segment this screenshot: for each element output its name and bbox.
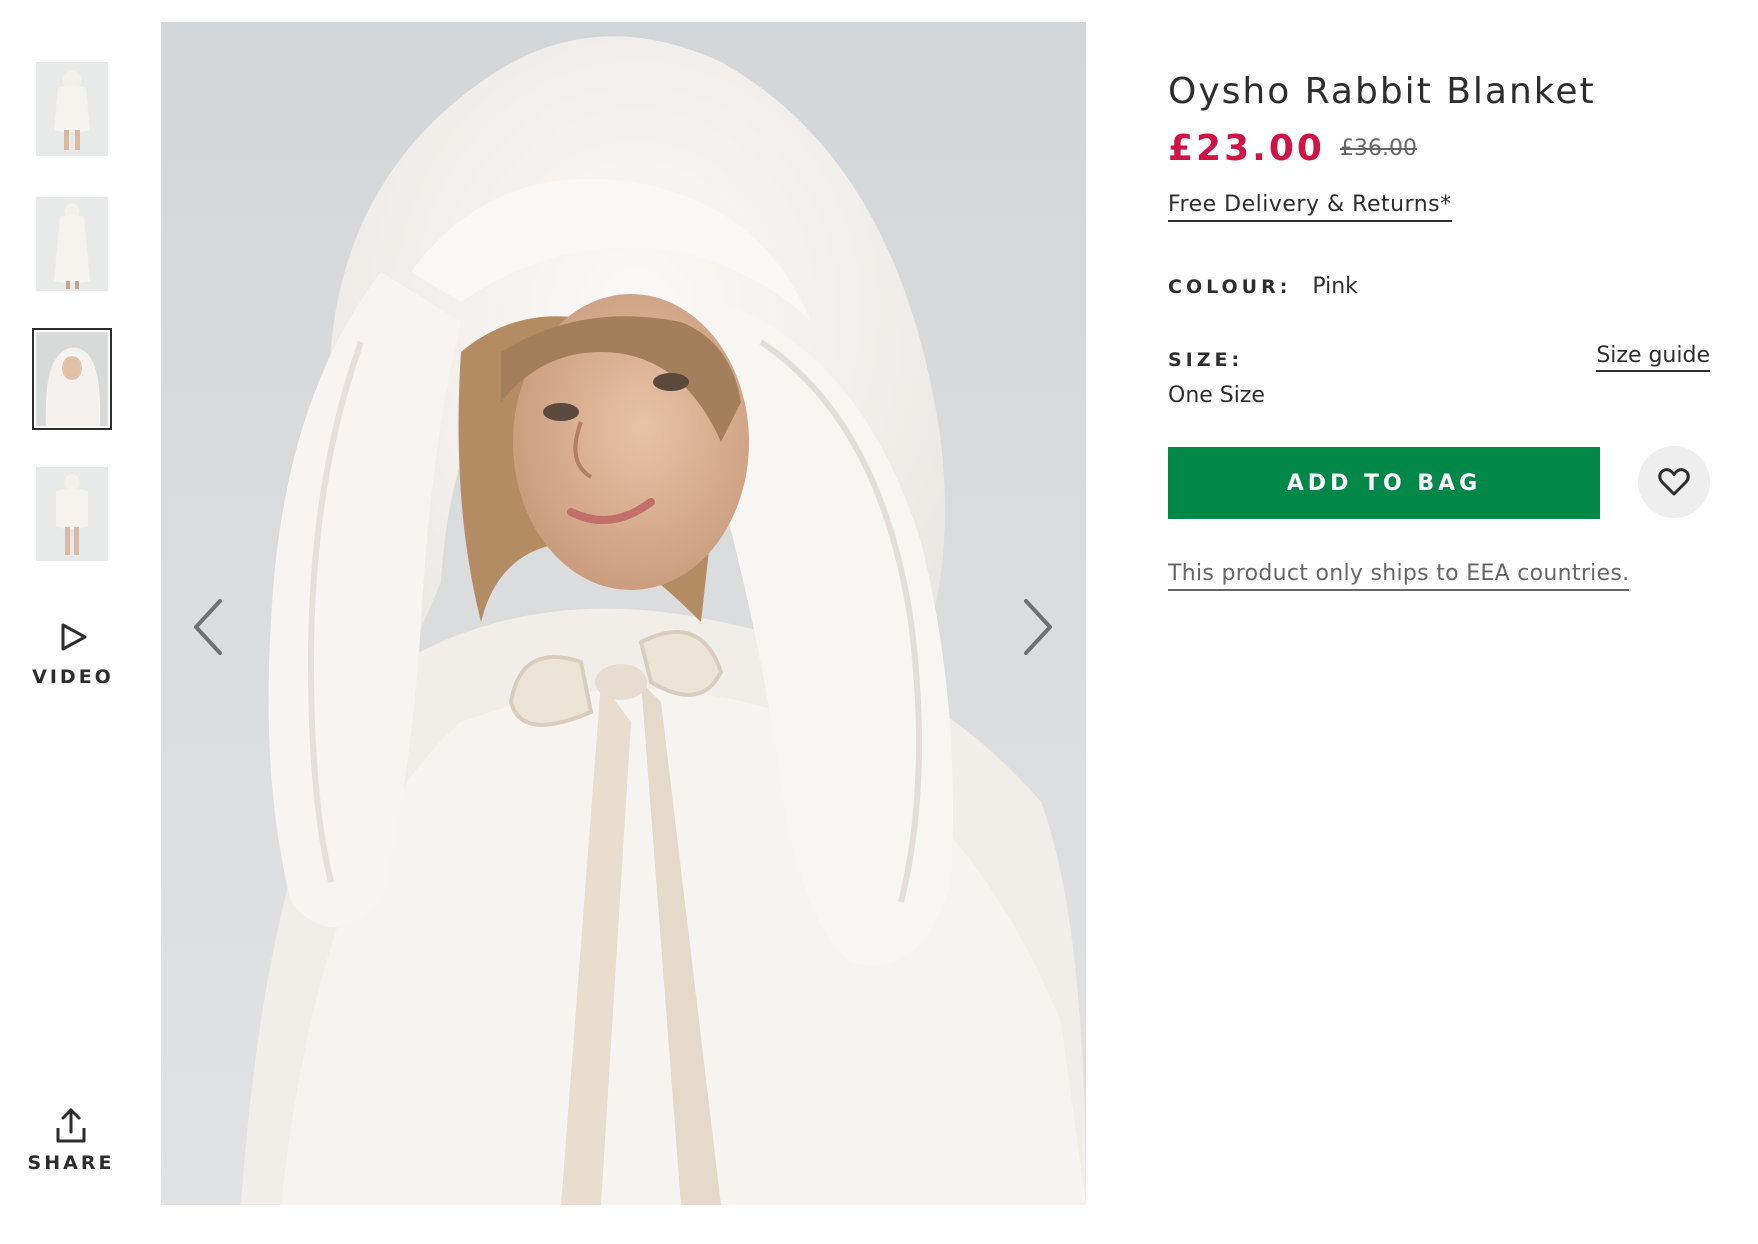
video-label: VIDEO (32, 666, 114, 688)
share-icon (56, 1108, 86, 1143)
previous-price: £36.00 (1340, 136, 1417, 161)
free-delivery-returns-link[interactable]: Free Delivery & Returns* (1168, 192, 1452, 222)
colour-label: COLOUR: (1168, 276, 1292, 298)
share-button[interactable]: SHARE (26, 1106, 116, 1174)
size-section: SIZE: Size guide One Size (1168, 343, 1710, 419)
next-image-button[interactable] (1016, 595, 1060, 659)
colour-row: COLOUR: Pink (1168, 274, 1708, 299)
thumbnail-image (36, 62, 108, 156)
add-to-bag-button[interactable]: ADD TO BAG (1168, 447, 1600, 519)
heart-icon (1658, 468, 1690, 496)
product-page: VIDEO SHARE Oysho Rabbit Blanket £23.00 … (0, 0, 1758, 1244)
product-info-panel: Oysho Rabbit Blanket £23.00 £36.00 Free … (1168, 66, 1710, 591)
share-label: SHARE (27, 1152, 115, 1174)
thumbnail-image (36, 467, 108, 561)
price-row: £23.00 £36.00 (1168, 128, 1708, 178)
gallery-thumbnail-2[interactable] (36, 197, 108, 291)
current-price: £23.00 (1168, 128, 1325, 169)
play-icon (61, 623, 87, 651)
product-photo (161, 22, 1086, 1205)
thumbnail-image (36, 332, 108, 426)
previous-image-button[interactable] (186, 595, 230, 659)
video-button[interactable]: VIDEO (30, 620, 116, 688)
size-guide-link[interactable]: Size guide (1596, 343, 1710, 372)
size-value: One Size (1168, 383, 1265, 408)
thumbnail-image (36, 197, 108, 291)
chevron-left-icon (194, 599, 222, 655)
purchase-actions: ADD TO BAG (1168, 446, 1710, 519)
gallery-thumbnail-1[interactable] (36, 62, 108, 156)
save-to-wishlist-button[interactable] (1638, 446, 1710, 518)
gallery-thumbnail-4[interactable] (36, 467, 108, 561)
gallery-thumbnail-3[interactable] (32, 328, 112, 430)
product-title: Oysho Rabbit Blanket (1168, 71, 1596, 112)
shipping-restriction-note[interactable]: This product only ships to EEA countries… (1168, 561, 1630, 591)
colour-value: Pink (1312, 274, 1358, 299)
main-product-image (161, 22, 1086, 1205)
chevron-right-icon (1024, 599, 1052, 655)
